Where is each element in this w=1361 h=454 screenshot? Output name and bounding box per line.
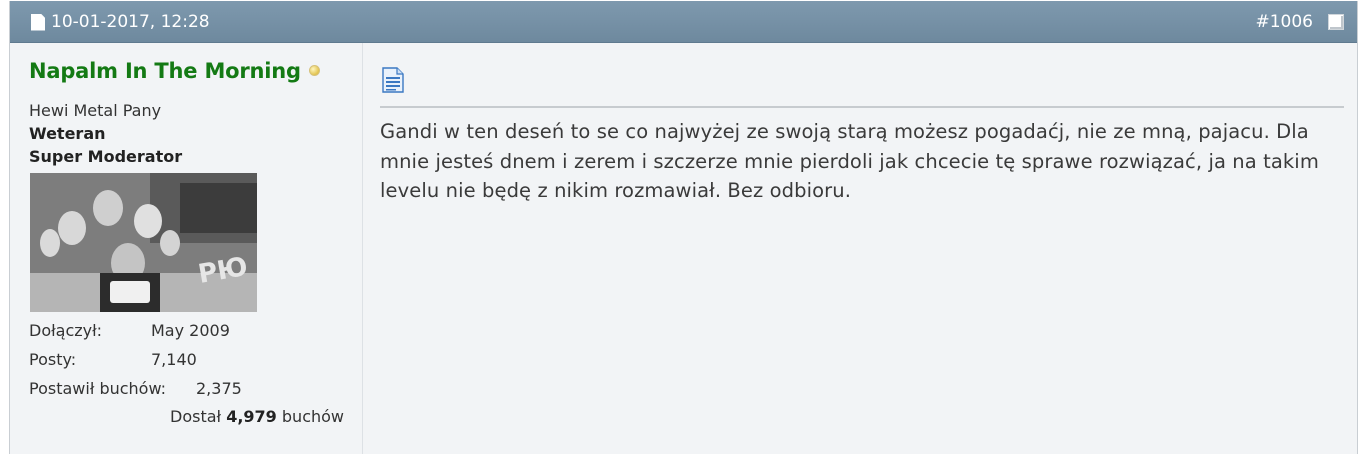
user-info-panel: Napalm In The Morning Hewi Metal Pany We… (10, 43, 363, 454)
post-icon (382, 67, 404, 93)
stat-posts: Posty: 7,140 (29, 348, 197, 371)
post-message: Gandi w ten deseń to se co najwyżej ze s… (380, 120, 1319, 202)
post-divider (380, 106, 1344, 108)
stat-gave: Postawił buchów: 2,375 (29, 377, 242, 400)
username-row: Napalm In The Morning (29, 59, 320, 83)
post-date: 10-01-2017, 12:28 (51, 12, 210, 32)
post-date-group: 10-01-2017, 12:28 (31, 11, 210, 33)
stat-posts-label: Posty: (29, 350, 77, 369)
username-link[interactable]: Napalm In The Morning (29, 59, 301, 83)
stat-joined: Dołączył: May 2009 (29, 319, 230, 342)
stat-gave-label: Postawił buchów: (29, 379, 167, 398)
post-number-group: #1006 (1255, 11, 1344, 33)
stat-joined-label: Dołączył: (29, 321, 103, 340)
post-header: 10-01-2017, 12:28 #1006 (10, 1, 1357, 43)
stat-joined-value: May 2009 (151, 321, 230, 340)
user-rank-secondary: Super Moderator (29, 147, 183, 166)
inline-moderation-checkbox[interactable] (1328, 14, 1344, 30)
stat-received-value: 4,979 (226, 407, 277, 426)
stat-posts-value: 7,140 (151, 350, 197, 369)
stat-gave-value: 2,375 (196, 379, 242, 398)
stat-received-suffix: buchów (281, 407, 344, 426)
online-status-icon (308, 64, 320, 76)
post-number-link[interactable]: #1006 (1255, 11, 1313, 33)
avatar[interactable]: PЮ (30, 173, 257, 312)
post-body: Gandi w ten deseń to se co najwyżej ze s… (363, 43, 1357, 454)
avatar-photo-icon: PЮ (30, 173, 257, 312)
stat-received-prefix: Dostał (170, 407, 222, 426)
stat-received: Dostał 4,979 buchów (170, 405, 344, 428)
user-title: Hewi Metal Pany (29, 101, 162, 120)
user-rank-primary: Weteran (29, 124, 106, 143)
document-icon (31, 13, 45, 31)
forum-post: 10-01-2017, 12:28 #1006 Napalm In The Mo… (9, 1, 1358, 454)
